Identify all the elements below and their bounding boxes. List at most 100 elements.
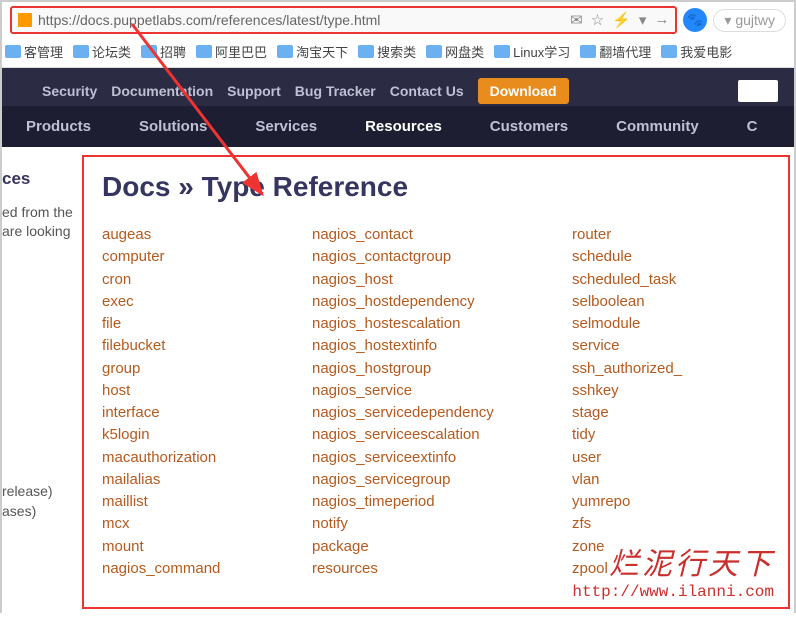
topnav-link[interactable]: Security [42,83,97,99]
type-link[interactable]: user [572,448,732,468]
type-link[interactable]: maillist [102,492,312,512]
type-link[interactable]: file [102,314,312,334]
bookmark-item[interactable]: 翻墙代理 [577,42,654,61]
type-link[interactable]: filebucket [102,336,312,356]
type-link[interactable]: nagios_serviceextinfo [312,448,572,468]
star-icon[interactable]: ☆ [591,11,604,29]
type-link[interactable]: nagios_hostescalation [312,314,572,334]
page-title: Docs » Type Reference [102,171,770,203]
type-link[interactable]: service [572,336,732,356]
download-button[interactable]: Download [478,78,569,104]
browser-profile-icon[interactable]: 🐾 [683,8,707,32]
type-link[interactable]: host [102,381,312,401]
type-link[interactable]: schedule [572,247,732,267]
folder-icon [580,45,596,58]
type-link[interactable]: mcx [102,514,312,534]
topnav-link[interactable]: Support [227,83,281,99]
type-link[interactable]: vlan [572,470,732,490]
type-link[interactable]: router [572,225,732,245]
type-link[interactable]: notify [312,514,572,534]
bookmark-item[interactable]: 我爱电影 [658,42,735,61]
bookmark-label: 搜索类 [377,42,416,61]
type-link[interactable]: zfs [572,514,732,534]
bookmark-label: 网盘类 [445,42,484,61]
type-link[interactable]: nagios_command [102,559,312,579]
type-link[interactable]: tidy [572,425,732,445]
folder-icon [141,45,157,58]
type-link[interactable]: nagios_contact [312,225,572,245]
type-link[interactable]: nagios_servicedependency [312,403,572,423]
mainnav-item[interactable]: Services [231,106,341,147]
site-favicon [18,13,32,27]
type-reference-grid: augeasnagios_contactroutercomputernagios… [102,225,770,579]
sidebar-fragment: ces ed from the are looking release) ase… [2,147,82,617]
url-action-icons: ✉ ☆ ⚡ ▾ → [570,11,669,29]
type-link[interactable]: nagios_hostgroup [312,359,572,379]
bookmark-item[interactable]: Linux学习 [491,42,573,61]
go-arrow-icon[interactable]: → [654,11,669,29]
type-link[interactable]: mount [102,537,312,557]
mail-icon[interactable]: ✉ [570,11,583,29]
type-link[interactable]: stage [572,403,732,423]
bookmark-item[interactable]: 阿里巴巴 [193,42,270,61]
type-link[interactable]: selmodule [572,314,732,334]
mainnav-item[interactable]: Solutions [115,106,231,147]
type-link[interactable]: sshkey [572,381,732,401]
type-link[interactable]: yumrepo [572,492,732,512]
folder-icon [426,45,442,58]
type-link[interactable]: nagios_host [312,270,572,290]
type-link[interactable]: nagios_hostdependency [312,292,572,312]
type-link[interactable]: computer [102,247,312,267]
type-link[interactable]: cron [102,270,312,290]
type-link[interactable]: nagios_servicegroup [312,470,572,490]
type-link[interactable]: nagios_service [312,381,572,401]
type-link[interactable]: nagios_timeperiod [312,492,572,512]
bookmark-item[interactable]: 招聘 [138,42,189,61]
bookmark-item[interactable]: 客管理 [2,42,66,61]
browser-url-bar: https://docs.puppetlabs.com/references/l… [2,2,794,38]
mainnav-item[interactable]: Resources [341,106,466,147]
type-link[interactable]: package [312,537,572,557]
site-header: Security Documentation Support Bug Track… [2,68,794,147]
bookmark-label: 我爱电影 [680,42,732,61]
type-link[interactable]: interface [102,403,312,423]
mainnav-item[interactable]: C [723,106,782,147]
type-link[interactable]: mailalias [102,470,312,490]
type-link[interactable]: ssh_authorized_ [572,359,732,379]
bookmark-item[interactable]: 淘宝天下 [274,42,351,61]
mainnav-item[interactable]: Community [592,106,723,147]
bookmark-label: 招聘 [160,42,186,61]
user-menu[interactable]: ▾ gujtwy [713,9,786,32]
url-input-wrapper[interactable]: https://docs.puppetlabs.com/references/l… [10,6,677,34]
type-link[interactable]: nagios_hostextinfo [312,336,572,356]
type-link[interactable]: resources [312,559,572,579]
search-input[interactable] [738,80,778,102]
mainnav-item[interactable]: Products [2,106,115,147]
bookmark-item[interactable]: 论坛类 [70,42,134,61]
topnav-link[interactable]: Bug Tracker [295,83,376,99]
folder-icon [494,45,510,58]
bolt-icon[interactable]: ⚡ [612,11,631,29]
bookmark-item[interactable]: 网盘类 [423,42,487,61]
type-link[interactable]: augeas [102,225,312,245]
type-link[interactable]: selboolean [572,292,732,312]
folder-icon [196,45,212,58]
type-link[interactable]: k5login [102,425,312,445]
type-link[interactable]: group [102,359,312,379]
bookmark-item[interactable]: 搜索类 [355,42,419,61]
type-link[interactable]: nagios_contactgroup [312,247,572,267]
bookmark-label: 淘宝天下 [296,42,348,61]
topnav-link[interactable]: Contact Us [390,83,464,99]
type-link[interactable]: scheduled_task [572,270,732,290]
chevron-down-icon[interactable]: ▾ [639,11,647,29]
type-link[interactable]: exec [102,292,312,312]
type-link[interactable]: macauthorization [102,448,312,468]
main-nav: ProductsSolutionsServicesResourcesCustom… [2,106,794,147]
type-link[interactable]: nagios_serviceescalation [312,425,572,445]
bookmark-label: 客管理 [24,42,63,61]
watermark-url: http://www.ilanni.com [572,583,774,601]
topnav-link[interactable]: Documentation [111,83,213,99]
mainnav-item[interactable]: Customers [466,106,592,147]
folder-icon [358,45,374,58]
sidebar-text: are looking [2,222,74,242]
